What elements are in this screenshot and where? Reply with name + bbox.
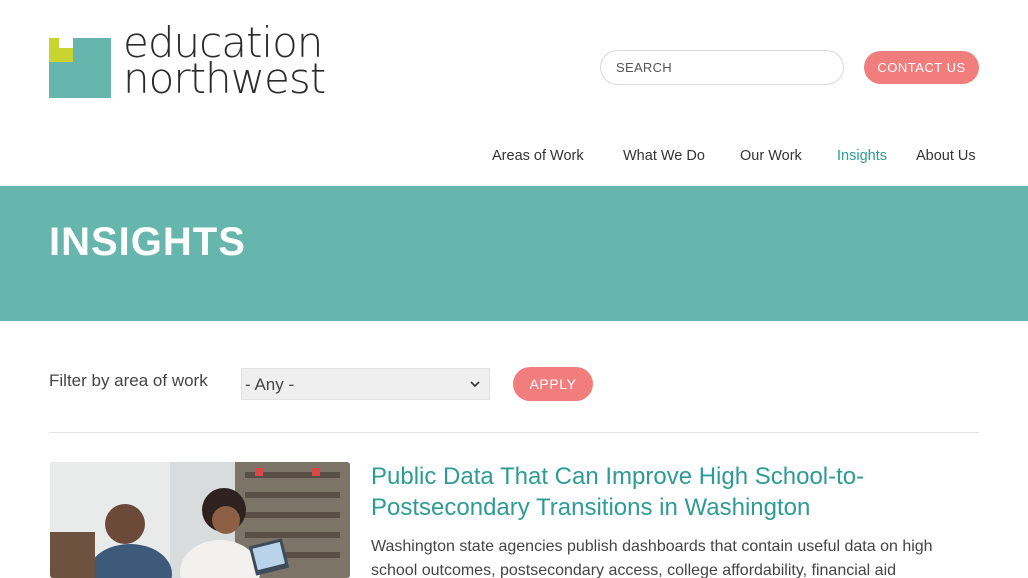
logo-text: education northwest	[123, 22, 326, 103]
site-logo[interactable]: education northwest	[49, 22, 326, 102]
nav-item-our-work[interactable]: Our Work	[740, 148, 802, 164]
article-description: Washington state agencies publish dashbo…	[371, 538, 933, 578]
nav-item-areas-of-work[interactable]: Areas of Work	[492, 148, 584, 164]
nav-item-insights[interactable]: Insights	[837, 148, 887, 164]
page-title: INSIGHTS	[49, 220, 246, 264]
page-banner: INSIGHTS	[0, 186, 1028, 321]
logo-line-northwest: northwest	[123, 54, 326, 103]
nav-item-about-us[interactable]: About Us	[916, 148, 976, 164]
contact-us-button[interactable]: CONTACT US	[864, 51, 979, 84]
select-value: - Any -	[245, 375, 295, 394]
filter-label: Filter by area of work	[49, 371, 208, 390]
chevron-down-icon	[470, 381, 480, 388]
search-input[interactable]	[600, 50, 844, 85]
logo-mark-icon	[49, 38, 111, 98]
divider	[49, 432, 979, 433]
main-nav: Areas of Work What We Do Our Work Insigh…	[0, 148, 1028, 168]
nav-item-what-we-do[interactable]: What We Do	[623, 148, 705, 164]
article-image	[50, 462, 350, 578]
site-header: education northwest CONTACT US Areas of …	[0, 0, 1028, 186]
apply-button[interactable]: APPLY	[513, 367, 593, 401]
article-thumbnail[interactable]	[50, 462, 350, 578]
area-of-work-select[interactable]: - Any -	[241, 368, 490, 400]
article-title-link[interactable]: Public Data That Can Improve High School…	[371, 461, 971, 523]
